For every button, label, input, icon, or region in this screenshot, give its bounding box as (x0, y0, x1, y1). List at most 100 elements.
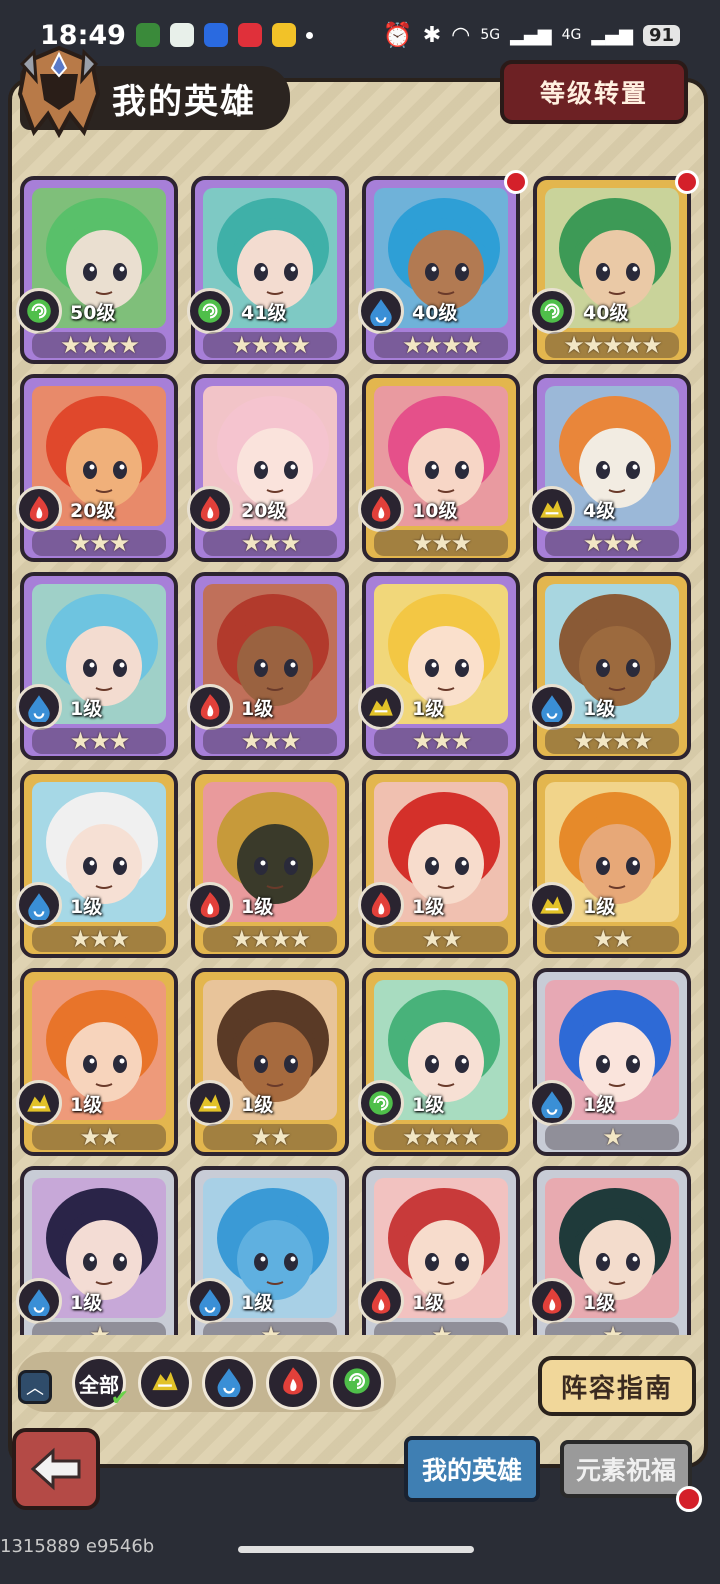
hero-card[interactable]: 1级 ★★★ (187, 572, 349, 760)
hero-level: 20级 (70, 500, 116, 522)
level-transfer-button[interactable]: 等级转置 (500, 60, 688, 124)
hero-card[interactable]: 41级 ★★★★ (187, 176, 349, 364)
water-element-icon (213, 1365, 245, 1401)
hero-grid: 50级 ★★★★ 41级 ★★★★ 40级 ★★★★ 40级 ★★★★★ 20级… (16, 170, 704, 1335)
app-icon (203, 23, 228, 47)
hero-level: 4级 (583, 500, 616, 522)
hero-card[interactable]: 1级 ★ (16, 1166, 178, 1335)
hero-level: 41级 (241, 302, 287, 324)
hero-level: 1级 (412, 1094, 445, 1116)
wind-element-icon (341, 1365, 373, 1401)
lineup-guide-button[interactable]: 阵容指南 (538, 1356, 696, 1416)
notification-red-dot (676, 1486, 702, 1512)
checkmark-icon: ✔ (110, 1386, 129, 1411)
water-element-icon (16, 882, 62, 928)
hero-level: 1级 (241, 896, 274, 918)
hero-card[interactable]: 1级 ★★★★ (358, 968, 520, 1156)
earth-element-icon (149, 1365, 181, 1401)
hero-star-rating: ★★ (32, 1124, 166, 1150)
debug-build-text: 1315889 e9546b (0, 1536, 155, 1557)
hero-level: 1级 (70, 896, 103, 918)
hero-level: 1级 (241, 1094, 274, 1116)
signal-icon: ▂▄▆ (591, 24, 633, 46)
hero-card[interactable]: 1级 ★★★★ (529, 572, 691, 760)
back-button[interactable] (12, 1428, 100, 1510)
hero-card[interactable]: 20级 ★★★ (187, 374, 349, 562)
hero-card[interactable]: 40级 ★★★★★ (529, 170, 699, 364)
hero-card[interactable]: 40级 ★★★★ (358, 170, 528, 364)
fire-element-icon (358, 882, 404, 928)
fire-element-icon (187, 684, 233, 730)
filter-water-button[interactable] (202, 1356, 256, 1410)
hero-card[interactable]: 1级 ★ (187, 1166, 349, 1335)
hero-star-rating: ★★★★ (203, 926, 337, 952)
tab-element-blessing[interactable]: 元素祝福 (560, 1440, 692, 1498)
bluetooth-icon: ✱ (422, 22, 442, 48)
hero-level: 1级 (241, 698, 274, 720)
hero-card[interactable]: 1级 ★★ (187, 968, 349, 1156)
hero-card[interactable]: 1级 ★ (358, 1166, 520, 1335)
signal-icon: ▂▄▆ (510, 24, 552, 46)
hero-card[interactable]: 4级 ★★★ (529, 374, 691, 562)
hero-card[interactable]: 1级 ★★ (358, 770, 520, 958)
water-element-icon (529, 1080, 575, 1126)
hero-star-rating: ★★★ (203, 530, 337, 556)
wifi-icon: ◠ (451, 22, 471, 48)
hero-card[interactable]: 1级 ★ (529, 968, 691, 1156)
hero-card[interactable]: 1级 ★★★ (16, 572, 178, 760)
water-element-icon (358, 288, 404, 334)
home-indicator[interactable] (238, 1546, 474, 1553)
hero-card[interactable]: 1级 ★★★★ (187, 770, 349, 958)
filter-fire-button[interactable] (266, 1356, 320, 1410)
hero-star-rating: ★ (203, 1322, 337, 1335)
hero-star-rating: ★★★★ (32, 332, 166, 358)
hero-star-rating: ★★★ (32, 926, 166, 952)
back-arrow-icon (30, 1447, 81, 1491)
fire-element-icon (529, 1278, 575, 1324)
fire-element-icon (358, 486, 404, 532)
hero-star-rating: ★★★★★ (545, 332, 679, 358)
hero-star-rating: ★★★ (32, 728, 166, 754)
filter-earth-button[interactable] (138, 1356, 192, 1410)
notification-red-dot (504, 170, 528, 194)
earth-element-icon (529, 486, 575, 532)
hero-star-rating: ★★★ (203, 728, 337, 754)
wind-element-icon (187, 288, 233, 334)
hero-card[interactable]: 1级 ★★ (529, 770, 691, 958)
hero-level: 1级 (412, 698, 445, 720)
hero-level: 20级 (241, 500, 287, 522)
hero-star-rating: ★★★★ (545, 728, 679, 754)
hero-level: 40级 (412, 302, 458, 324)
wind-element-icon (358, 1080, 404, 1126)
signal-5g: 5G (480, 27, 501, 43)
hero-card[interactable]: 1级 ★★★ (16, 770, 178, 958)
hero-card[interactable]: 1级 ★★ (16, 968, 178, 1156)
hero-level: 1级 (412, 1292, 445, 1314)
hero-card[interactable]: 20级 ★★★ (16, 374, 178, 562)
hero-level: 1级 (241, 1292, 274, 1314)
battery-level: 91 (642, 24, 680, 46)
hero-card[interactable]: 1级 ★ (529, 1166, 691, 1335)
filter-wind-button[interactable] (330, 1356, 384, 1410)
page-title: 我的英雄 (112, 81, 256, 122)
water-element-icon (16, 684, 62, 730)
hero-star-rating: ★★★ (374, 728, 508, 754)
hero-level: 40级 (583, 302, 629, 324)
hero-card[interactable]: 10级 ★★★ (358, 374, 520, 562)
fire-element-icon (16, 486, 62, 532)
notification-red-dot (675, 170, 699, 194)
tab-my-heroes[interactable]: 我的英雄 (404, 1436, 540, 1502)
water-element-icon (529, 684, 575, 730)
app-icon (271, 23, 296, 47)
hero-card[interactable]: 1级 ★★★ (358, 572, 520, 760)
hero-level: 1级 (583, 896, 616, 918)
earth-element-icon (187, 1080, 233, 1126)
collapse-chevron-icon[interactable]: ︿ (18, 1370, 52, 1404)
hero-level: 1级 (583, 1094, 616, 1116)
notification-dot (305, 31, 313, 39)
hero-star-rating: ★ (374, 1322, 508, 1335)
signal-4g: 4G (561, 27, 582, 43)
fire-element-icon (358, 1278, 404, 1324)
hero-card[interactable]: 50级 ★★★★ (16, 176, 178, 364)
filter-all-button[interactable]: 全部 ✔ (72, 1356, 129, 1411)
